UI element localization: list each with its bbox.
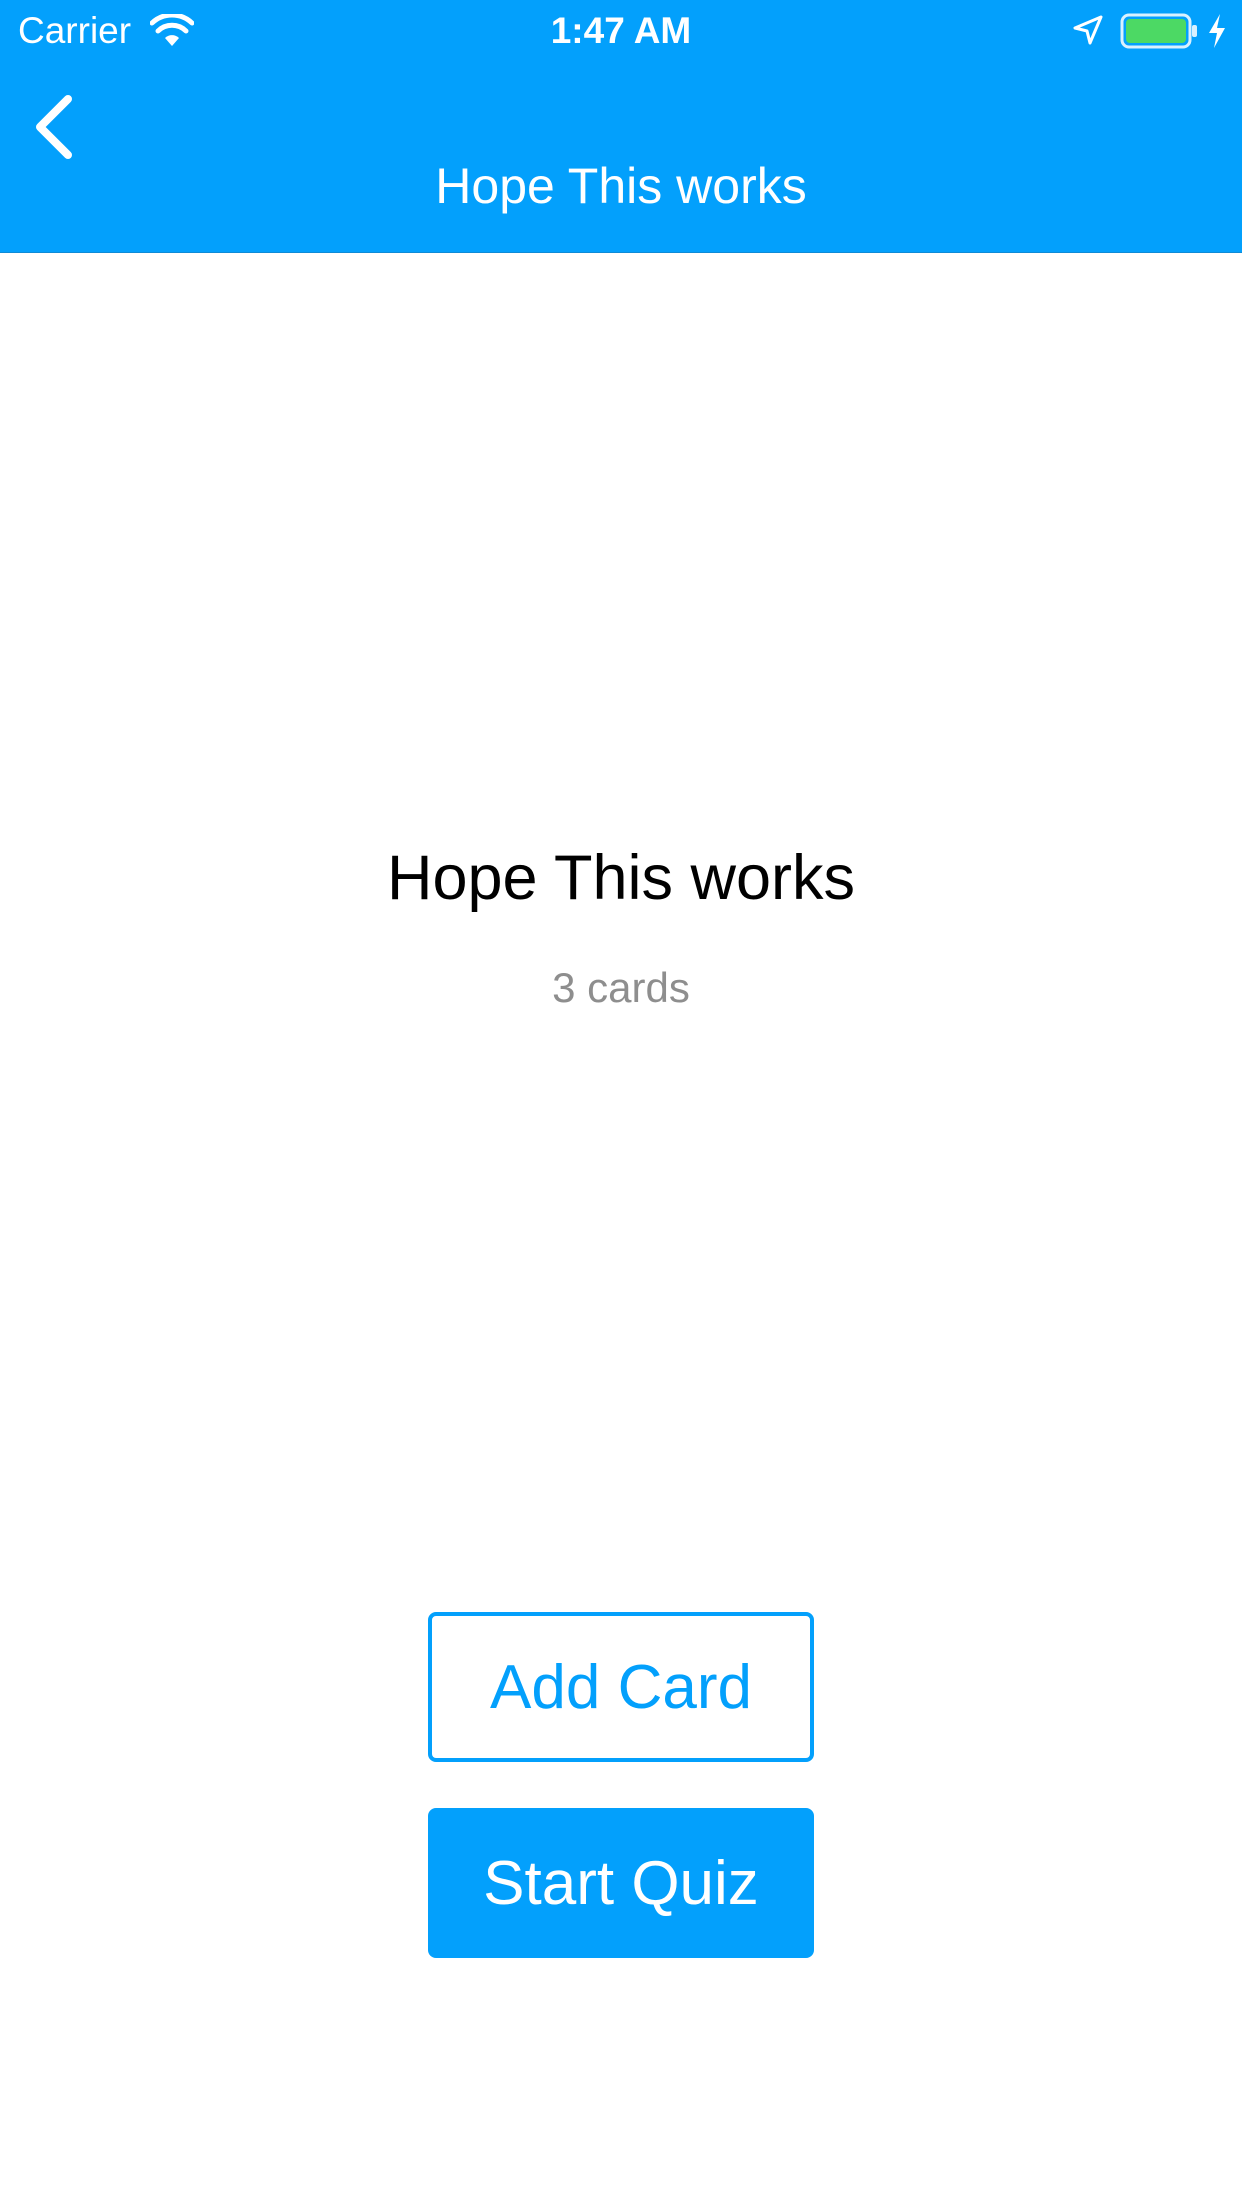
start-quiz-button[interactable]: Start Quiz (428, 1808, 814, 1958)
card-count: 3 cards (552, 964, 690, 1011)
app-header: Carrier 1:47 AM Hope This works (0, 0, 1242, 253)
deck-title: Hope This works (386, 843, 855, 913)
status-time: 1:47 AM (550, 10, 692, 51)
nav-title: Hope This works (435, 158, 807, 214)
charging-bolt-icon (1209, 14, 1225, 48)
deck-detail-screen: Carrier 1:47 AM Hope This works Hope Thi… (0, 0, 1242, 2208)
add-card-button[interactable]: Add Card (428, 1612, 814, 1762)
location-arrow-icon (1073, 15, 1103, 45)
chevron-left-icon (36, 95, 72, 159)
status-bar: Carrier 1:47 AM (0, 0, 1242, 62)
battery-icon (1120, 13, 1197, 49)
